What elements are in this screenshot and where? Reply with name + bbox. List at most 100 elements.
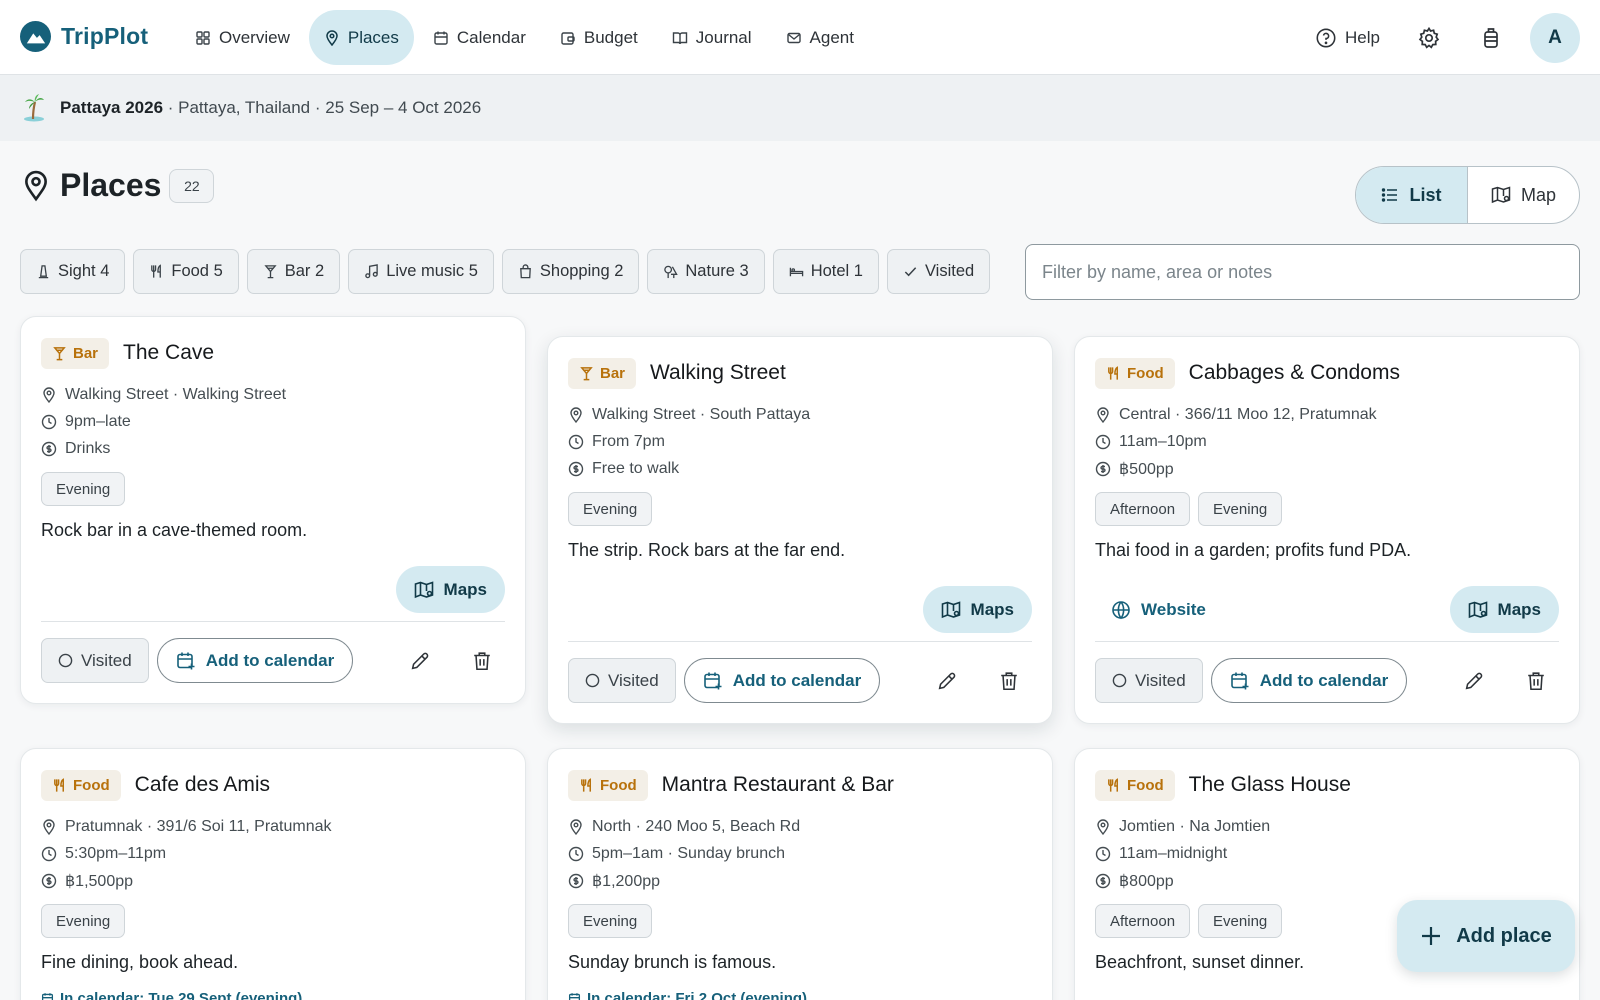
time-tags: Afternoon Evening	[1095, 492, 1559, 526]
search-input[interactable]	[1025, 244, 1580, 300]
place-location: Pratumnak · 391/6 Soi 11, Pratumnak	[41, 813, 505, 840]
category-label: Bar	[73, 344, 99, 362]
pin-icon	[568, 818, 584, 835]
map-icon	[414, 580, 434, 599]
add-place-button[interactable]: Add place	[1397, 900, 1575, 972]
place-card[interactable]: Bar Walking Street Walking Street · Sout…	[547, 336, 1053, 724]
monument-icon	[36, 264, 51, 279]
nav-item-overview[interactable]: Overview	[180, 10, 305, 65]
visited-toggle[interactable]: Visited	[1095, 658, 1203, 703]
circle-icon	[585, 673, 600, 688]
nav-right: Help A	[1305, 10, 1580, 65]
filter-chip-label: Live music 5	[386, 262, 478, 280]
place-hours: 11am–midnight	[1095, 840, 1559, 867]
place-links: Maps	[41, 566, 505, 613]
place-card[interactable]: Food Cabbages & Condoms Central · 366/11…	[1074, 336, 1580, 724]
help-link[interactable]: Help	[1305, 10, 1390, 65]
place-card[interactable]: Bar The Cave Walking Street · Walking St…	[20, 316, 526, 704]
utensils-icon	[149, 264, 164, 279]
nav-item-label: Budget	[583, 27, 638, 47]
add-to-calendar-button[interactable]: Add to calendar	[156, 638, 354, 683]
place-hours: 11am–10pm	[1095, 428, 1559, 455]
maps-button[interactable]: Maps	[922, 586, 1032, 633]
map-icon	[941, 600, 961, 619]
place-description: Sunday brunch is famous.	[568, 952, 777, 972]
website-link[interactable]: Website	[1095, 600, 1206, 620]
luggage-button[interactable]	[1468, 10, 1514, 65]
visited-toggle[interactable]: Visited	[568, 658, 676, 703]
nav-item-label: Agent	[809, 27, 854, 47]
edit-button[interactable]	[924, 658, 970, 703]
filter-chip-label: Hotel 1	[810, 262, 863, 280]
card-actions: Visited Add to calendar	[41, 638, 505, 683]
filter-chip-hotel[interactable]: Hotel 1	[772, 249, 879, 294]
grid-icon	[195, 30, 211, 46]
add-to-calendar-button[interactable]: Add to calendar	[683, 658, 881, 703]
place-links: Website Maps	[1095, 586, 1559, 633]
settings-button[interactable]	[1406, 10, 1452, 65]
time-tag: Evening	[568, 492, 653, 526]
pin-icon	[41, 386, 57, 403]
clock-icon	[568, 846, 584, 862]
brand[interactable]: TripPlot	[20, 21, 148, 52]
category-label: Food	[1127, 776, 1164, 794]
time-tags: Evening	[41, 904, 505, 938]
clock-icon	[1095, 434, 1111, 450]
clock-icon	[41, 414, 57, 430]
list-icon	[1381, 186, 1399, 204]
wallet-icon	[560, 30, 576, 46]
avatar[interactable]: A	[1530, 12, 1580, 63]
delete-button[interactable]	[459, 638, 505, 683]
nav-item-places[interactable]: Places	[308, 10, 414, 65]
calendar-icon	[568, 992, 581, 1000]
nav-item-journal[interactable]: Journal	[657, 10, 767, 65]
category-badge: Food	[41, 769, 121, 801]
filter-chip-shopping[interactable]: Shopping 2	[501, 249, 640, 294]
edit-button[interactable]	[397, 638, 443, 683]
filter-chip-live-music[interactable]: Live music 5	[348, 249, 494, 294]
filter-chip-label: Visited	[924, 262, 975, 280]
help-circle-icon	[1315, 27, 1337, 49]
nav-item-agent[interactable]: Agent	[771, 10, 869, 65]
filter-chip-bar[interactable]: Bar 2	[246, 249, 341, 294]
list-view-button[interactable]: List	[1356, 167, 1468, 223]
calendar-plus-icon	[1230, 671, 1250, 691]
card-divider	[41, 621, 505, 622]
maps-button[interactable]: Maps	[1449, 586, 1559, 633]
edit-button[interactable]	[1451, 658, 1497, 703]
palm-tree-icon	[22, 94, 46, 122]
nav-item-calendar[interactable]: Calendar	[418, 10, 541, 65]
trash-icon	[471, 650, 493, 672]
trash-icon	[998, 670, 1020, 692]
nav-item-label: Places	[347, 27, 399, 47]
category-label: Bar	[600, 364, 626, 382]
place-location: Jomtien · Na Jomtien	[1095, 813, 1559, 840]
add-to-calendar-button[interactable]: Add to calendar	[1210, 658, 1408, 703]
filter-chip-nature[interactable]: Nature 3	[647, 249, 765, 294]
category-label: Food	[73, 776, 110, 794]
place-location: Walking Street · Walking Street	[41, 381, 505, 408]
time-tag: Afternoon	[1095, 904, 1191, 938]
visited-toggle[interactable]: Visited	[41, 638, 149, 683]
nav-item-budget[interactable]: Budget	[545, 10, 653, 65]
map-view-label: Map	[1520, 184, 1556, 205]
pin-icon	[1095, 818, 1111, 835]
view-toggle: List Map	[1355, 166, 1580, 224]
place-description: Thai food in a garden; profits fund PDA.	[1095, 540, 1412, 560]
filter-chip-food[interactable]: Food 5	[133, 249, 239, 294]
mail-icon	[786, 30, 802, 46]
book-icon	[672, 30, 688, 46]
category-badge: Bar	[41, 337, 110, 369]
map-view-button[interactable]: Map	[1468, 167, 1579, 223]
trip-bar: Pattaya 2026 · Pattaya, Thailand · 25 Se…	[0, 75, 1600, 141]
help-label: Help	[1345, 27, 1380, 47]
place-card[interactable]: Food Cafe des Amis Pratumnak · 391/6 Soi…	[20, 748, 526, 1000]
maps-button[interactable]: Maps	[395, 566, 505, 613]
utensils-icon	[1106, 777, 1121, 793]
place-hours: 5pm–1am · Sunday brunch	[568, 840, 1032, 867]
delete-button[interactable]	[986, 658, 1032, 703]
place-card[interactable]: Food Mantra Restaurant & Bar North · 240…	[547, 748, 1053, 1000]
filter-chip-sight[interactable]: Sight 4	[20, 249, 126, 294]
filter-chip-visited[interactable]: Visited	[886, 249, 991, 294]
delete-button[interactable]	[1513, 658, 1559, 703]
